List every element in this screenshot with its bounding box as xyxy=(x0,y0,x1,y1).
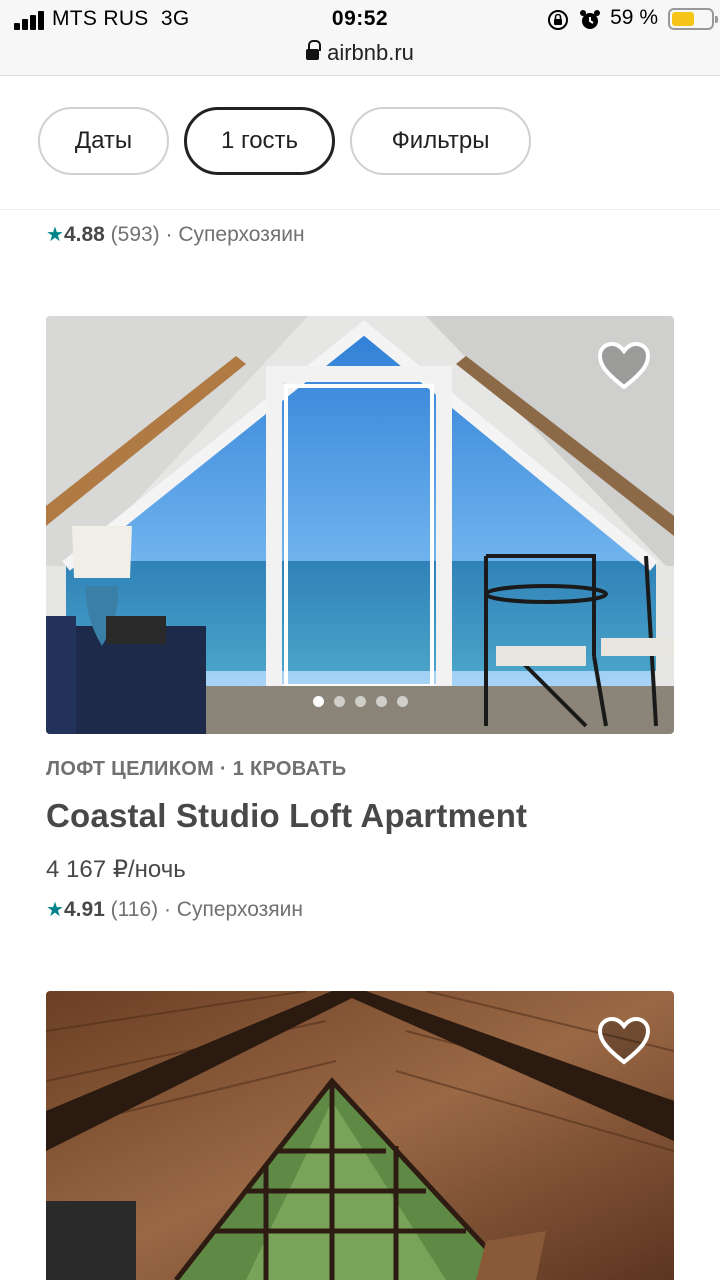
carousel-dot[interactable] xyxy=(375,696,387,707)
alarm-icon xyxy=(580,10,600,29)
status-bar: MTS RUS 3G 09:52 59 % xyxy=(0,6,720,34)
dates-filter-button[interactable]: Даты xyxy=(38,107,169,175)
review-count: (593) xyxy=(110,223,160,246)
listing-type: ЛОФТ ЦЕЛИКОМ · 1 КРОВАТЬ xyxy=(46,758,347,780)
wooden-attic-photo xyxy=(46,991,674,1280)
battery-fill xyxy=(672,12,694,26)
battery-icon xyxy=(668,8,718,30)
previous-listing-rating: ★4.88 (593) · Суперхозяин xyxy=(46,223,305,246)
favorite-heart-icon[interactable] xyxy=(596,340,652,392)
listing-rating: ★4.91 (116) · Суперхозяин xyxy=(46,898,303,921)
star-icon: ★ xyxy=(46,899,64,921)
review-count: (116) xyxy=(110,898,159,921)
carousel-dot[interactable] xyxy=(333,696,345,707)
star-icon: ★ xyxy=(46,224,64,246)
browser-top-bar: MTS RUS 3G 09:52 59 % airbnb.ru xyxy=(0,0,720,76)
photo-carousel-dots[interactable] xyxy=(46,694,674,712)
superhost-badge: · Суперхозяин xyxy=(165,223,305,246)
address-bar[interactable]: airbnb.ru xyxy=(0,40,720,66)
lock-icon xyxy=(306,40,322,61)
superhost-badge: · Суперхозяин xyxy=(163,898,303,921)
filter-bar: Даты 1 гость Фильтры xyxy=(0,76,720,210)
orientation-lock-icon xyxy=(548,10,568,30)
url-text: airbnb.ru xyxy=(327,40,414,65)
battery-percent: 59 % xyxy=(610,6,658,29)
listing-photo[interactable] xyxy=(46,991,674,1280)
more-filters-button[interactable]: Фильтры xyxy=(350,107,531,175)
loft-photo xyxy=(46,316,674,734)
carousel-dot[interactable] xyxy=(312,696,324,707)
carousel-dot[interactable] xyxy=(396,696,408,707)
listing-price: 4 167 ₽/ночь xyxy=(46,856,186,883)
listing-photo[interactable] xyxy=(46,316,674,734)
favorite-heart-icon[interactable] xyxy=(596,1015,652,1067)
listing-title[interactable]: Coastal Studio Loft Apartment xyxy=(46,797,527,835)
guests-filter-button[interactable]: 1 гость xyxy=(184,107,335,175)
carousel-dot[interactable] xyxy=(354,696,366,707)
